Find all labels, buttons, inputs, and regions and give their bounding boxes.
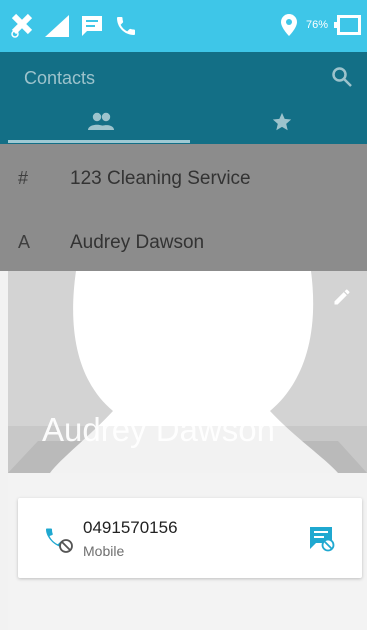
location-pin-icon [281,14,297,36]
favorite-star-icon[interactable] [284,287,304,307]
message-blocked-icon[interactable] [308,525,336,553]
tab-contacts[interactable] [8,104,191,144]
tab-favorites[interactable] [191,104,367,144]
contact-list: # 123 Cleaning Service A Audrey Dawson [0,144,367,271]
section-letter: A [18,232,31,252]
list-item[interactable]: # 123 Cleaning Service [0,146,367,210]
active-tab-indicator [8,140,190,143]
contact-name: Audrey Dawson [70,232,205,253]
phone-entry-card[interactable]: 0491570156 Mobile [18,498,362,578]
list-item[interactable]: A Audrey Dawson [0,210,367,274]
contact-display-name: Audrey Dawson [42,411,275,448]
edit-pencil-icon[interactable] [332,287,352,307]
star-icon [272,112,292,131]
app-header: Contacts [0,52,367,144]
search-icon[interactable] [331,66,353,88]
battery-icon [334,15,361,35]
phone-number: 0491570156 [83,518,178,537]
status-bar: 76% [0,0,367,52]
phone-type-label: Mobile [83,543,125,559]
phone-blocked-icon[interactable] [44,524,74,554]
people-icon [88,112,114,130]
signal-icon [45,15,69,37]
page-title: Contacts [24,68,96,88]
contact-hero: Audrey Dawson [8,271,367,473]
message-icon [82,16,102,36]
phone-call-icon [117,17,135,35]
battery-percent: 76% [306,19,329,31]
satellite-icon [11,13,33,38]
contact-name: 123 Cleaning Service [70,168,251,189]
section-letter: # [18,168,29,188]
